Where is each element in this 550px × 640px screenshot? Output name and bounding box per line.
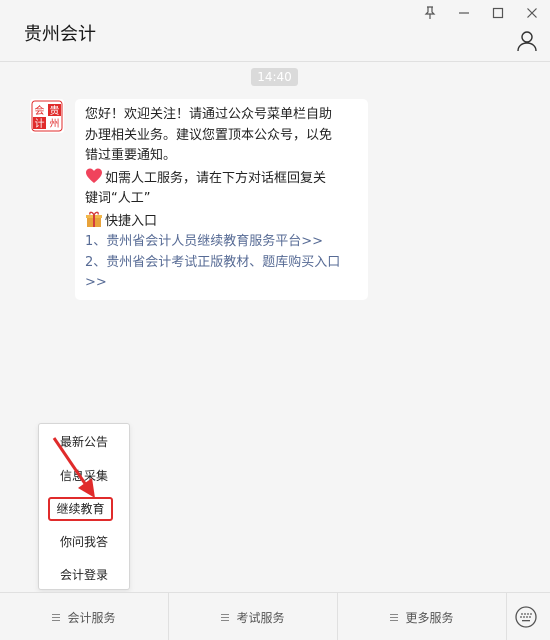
- message-text: 快捷入口: [105, 213, 158, 229]
- bottom-menu-bar: 会计服务 考试服务 更多服务: [0, 592, 550, 640]
- tab-label: 考试服务: [236, 610, 285, 625]
- menu-item-qa[interactable]: 你问我答: [39, 530, 129, 554]
- heart-icon: [85, 167, 103, 185]
- close-icon[interactable]: [522, 4, 542, 22]
- menu-lines-icon: [52, 613, 61, 621]
- tab-more-service[interactable]: 更多服务: [338, 593, 506, 640]
- chat-header: 贵州会计: [0, 0, 550, 62]
- svg-text:计: 计: [35, 117, 45, 130]
- textbook-purchase-link-arrow[interactable]: >>: [85, 273, 358, 294]
- minimize-icon[interactable]: [454, 4, 474, 22]
- svg-text:贵: 贵: [50, 104, 60, 117]
- chat-title: 贵州会计: [24, 24, 96, 45]
- textbook-purchase-link[interactable]: 2、贵州省会计考试正版教材、题库购买入口: [85, 253, 358, 274]
- message-bubble: 您好！欢迎关注！请通过公众号菜单栏自助 办理相关业务。建议您置顶本公众号，以免 …: [75, 99, 368, 300]
- message-line: 错过重要通知。: [85, 148, 177, 163]
- pin-icon[interactable]: [420, 4, 440, 22]
- menu-item-info-collection[interactable]: 信息采集: [39, 464, 129, 488]
- svg-text:州: 州: [50, 118, 60, 130]
- tab-accounting-service[interactable]: 会计服务: [0, 593, 168, 640]
- message-timestamp: 14:40: [251, 68, 298, 86]
- maximize-icon[interactable]: [488, 4, 508, 22]
- window-controls: [420, 4, 542, 22]
- message-text: 如需人工服务，请在下方对话框回复关: [105, 170, 327, 186]
- tab-exam-service[interactable]: 考试服务: [169, 593, 337, 640]
- keyboard-icon[interactable]: [514, 605, 538, 629]
- tab-label: 会计服务: [67, 610, 116, 625]
- menu-item-continuing-education[interactable]: 继续教育: [48, 497, 113, 521]
- svg-text:会: 会: [35, 104, 45, 117]
- tab-divider: [506, 593, 507, 640]
- avatar[interactable]: 会 贵 贵 计 州: [30, 99, 64, 133]
- message-line: 快捷入口: [85, 210, 358, 233]
- person-icon[interactable]: [516, 30, 540, 54]
- service-submenu: 最新公告 信息采集 继续教育 你问我答 会计登录: [38, 423, 130, 590]
- gift-icon: [85, 210, 103, 228]
- message-line: 办理相关业务。建议您置顶本公众号，以免: [85, 127, 333, 143]
- message-line: 如需人工服务，请在下方对话框回复关: [85, 167, 358, 190]
- menu-lines-icon: [390, 613, 399, 621]
- message-line: 键词“人工”: [85, 191, 151, 206]
- message-line: 您好！欢迎关注！请通过公众号菜单栏自助: [85, 107, 333, 122]
- menu-lines-icon: [221, 613, 230, 621]
- menu-item-accounting-login[interactable]: 会计登录: [39, 563, 129, 587]
- tab-label: 更多服务: [405, 610, 454, 625]
- continuing-education-link[interactable]: 1、贵州省会计人员继续教育服务平台>>: [85, 232, 358, 253]
- menu-item-latest-notice[interactable]: 最新公告: [39, 430, 129, 454]
